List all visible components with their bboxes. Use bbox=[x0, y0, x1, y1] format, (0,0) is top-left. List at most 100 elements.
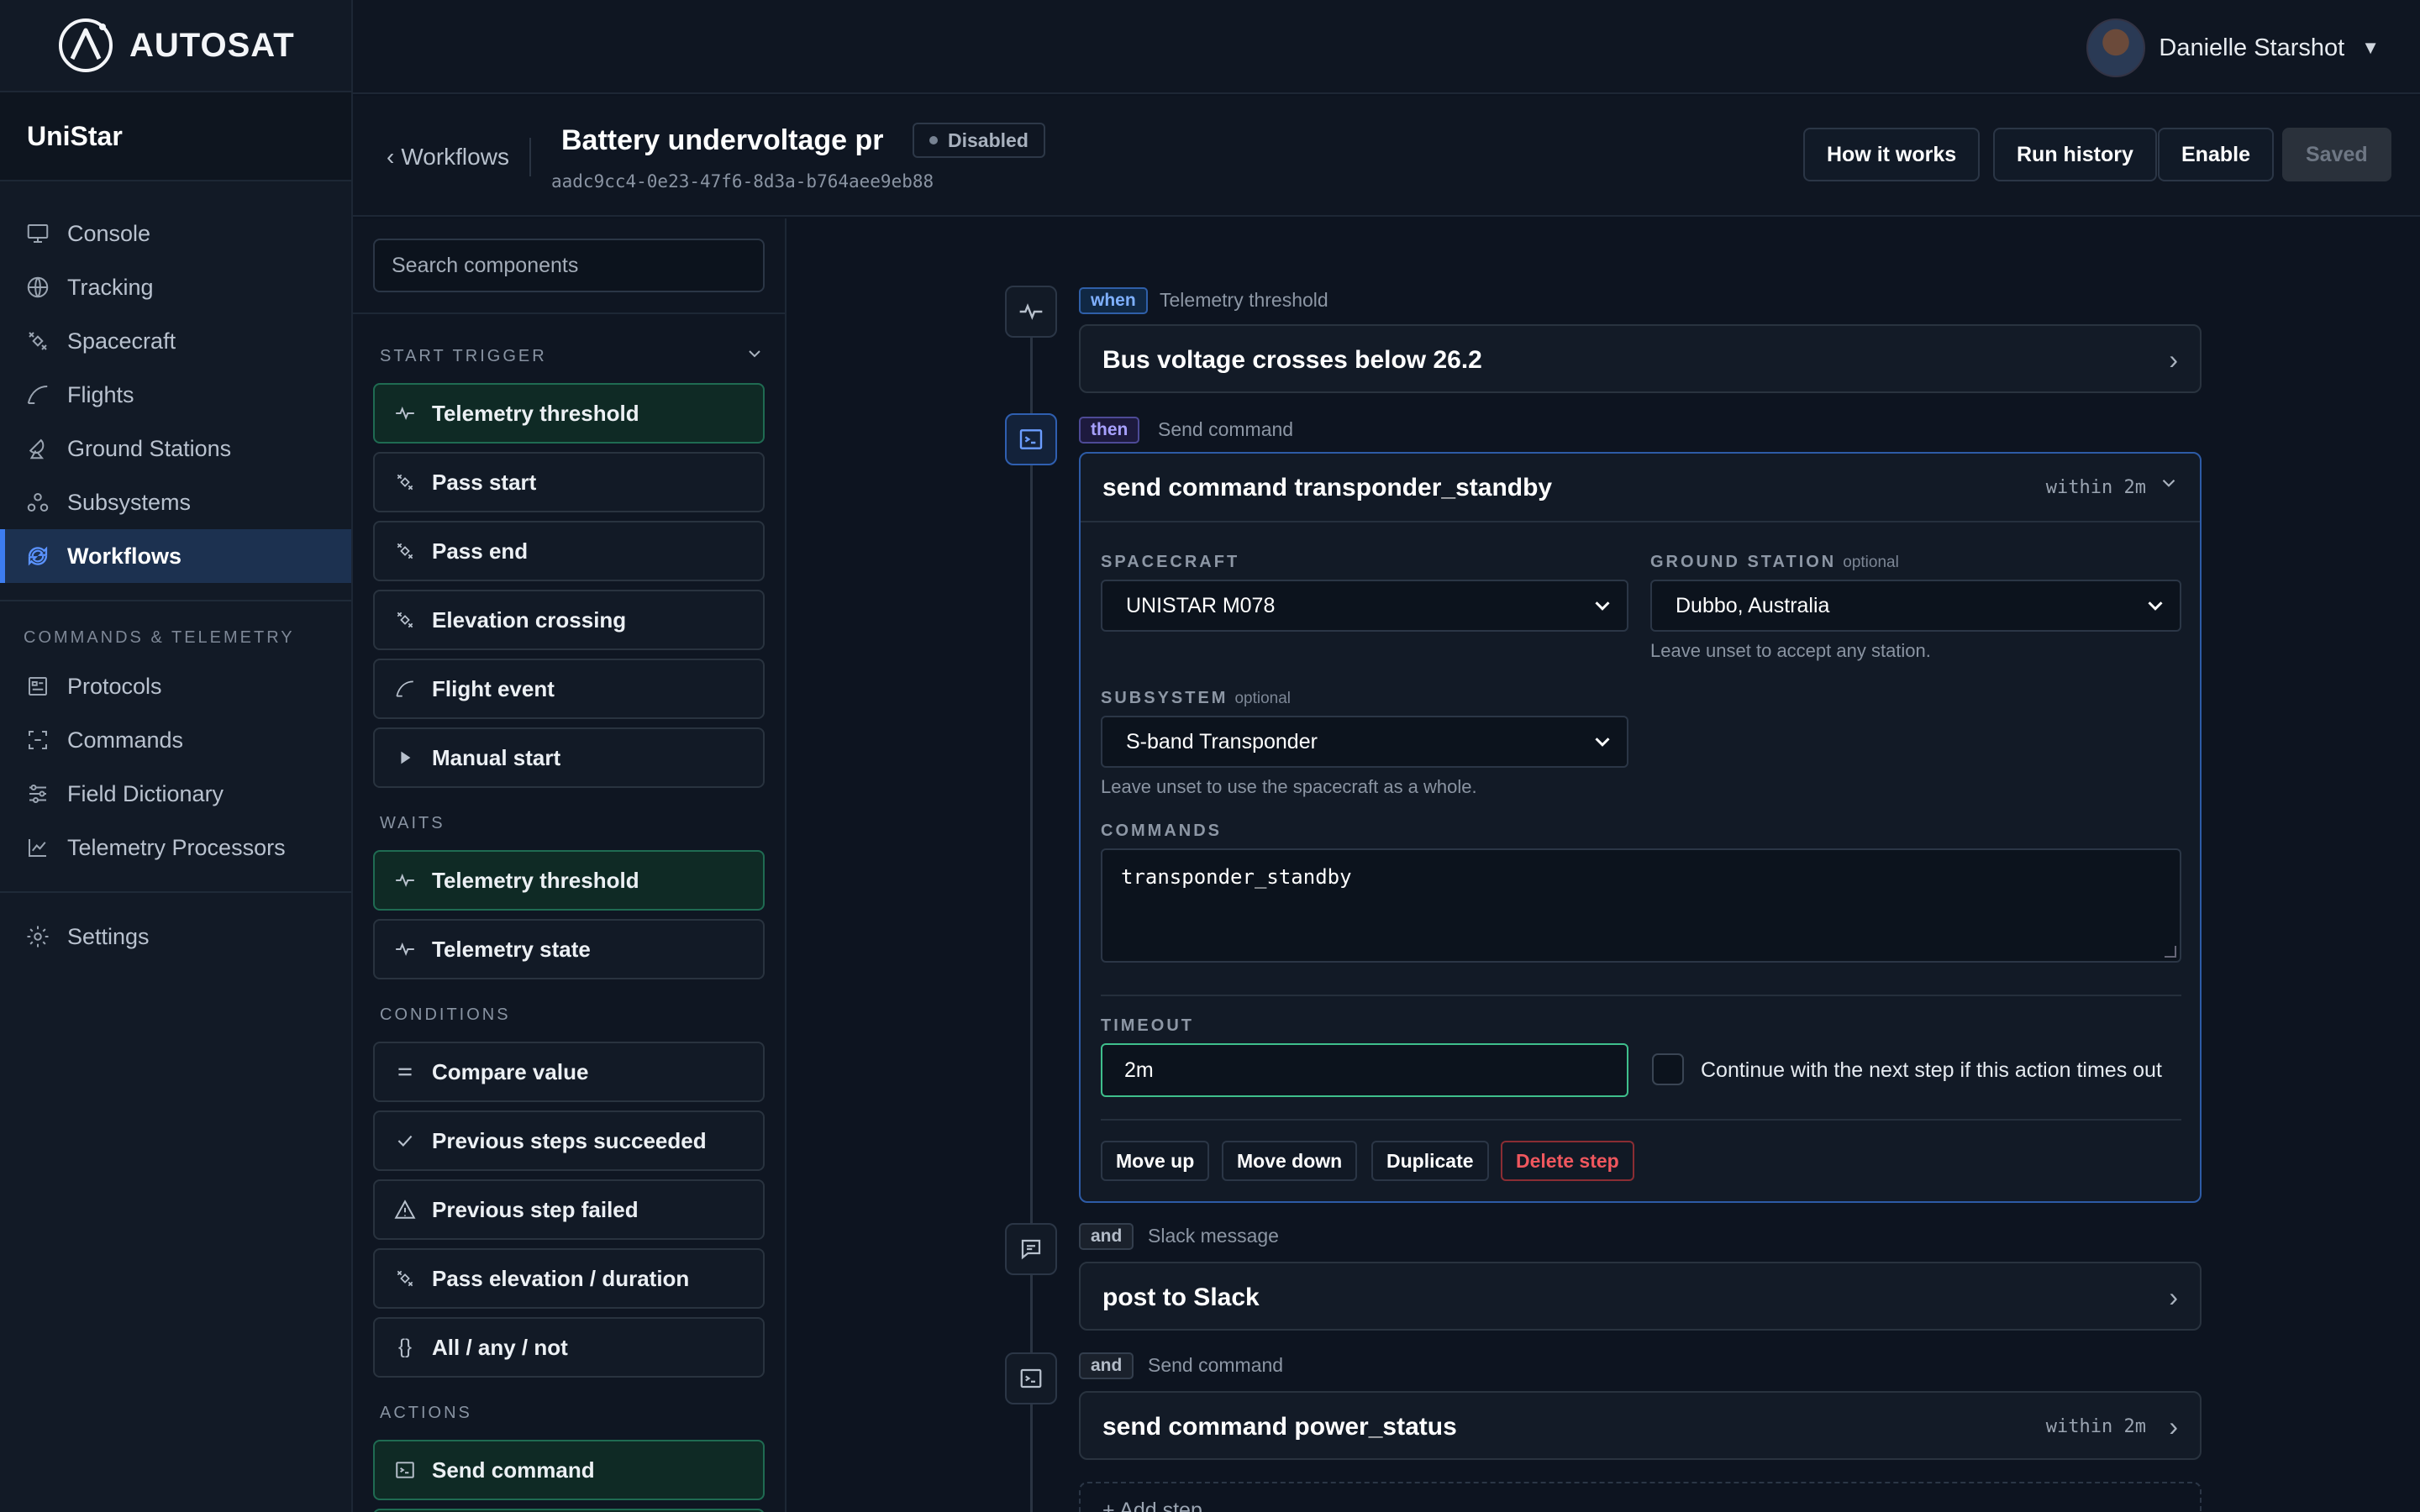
ground-station-label: GROUND STATION optional bbox=[1650, 553, 1899, 571]
chevron-down-icon bbox=[1590, 593, 1615, 624]
add-step-button[interactable]: + Add step bbox=[1079, 1482, 2202, 1512]
component-all-any-not[interactable]: {} All / any / not bbox=[373, 1317, 765, 1378]
component-previous-step-failed[interactable]: Previous step failed bbox=[373, 1179, 765, 1240]
component-elevation-crossing[interactable]: Elevation crossing bbox=[373, 590, 765, 650]
satellite-icon bbox=[393, 608, 417, 632]
search-components-input[interactable]: Search components bbox=[373, 239, 765, 292]
run-history-button[interactable]: Run history bbox=[1993, 128, 2157, 181]
sidebar-item-settings[interactable]: Settings bbox=[0, 910, 351, 963]
sidebar-item-workflows[interactable]: Workflows bbox=[0, 529, 351, 583]
step-kind: Send command bbox=[1158, 418, 1294, 440]
brand[interactable]: AUTOSAT bbox=[0, 0, 351, 92]
sidebar-item-field-dictionary[interactable]: Field Dictionary bbox=[0, 767, 351, 821]
sidebar-item-spacecraft[interactable]: Spacecraft bbox=[0, 314, 351, 368]
sidebar-item-label: Flights bbox=[67, 381, 134, 407]
antenna-icon bbox=[24, 434, 52, 463]
step-kind: Send command bbox=[1148, 1354, 1284, 1376]
org-name[interactable]: UniStar bbox=[0, 92, 351, 181]
sidebar-item-ground-stations[interactable]: Ground Stations bbox=[0, 422, 351, 475]
top-bar: Danielle Starshot ▼ bbox=[353, 0, 2420, 94]
sidebar-item-tracking[interactable]: Tracking bbox=[0, 260, 351, 314]
step-connector bbox=[1030, 328, 1033, 1512]
component-telemetry-threshold[interactable]: Telemetry threshold bbox=[373, 383, 765, 444]
chevron-left-icon: ‹ bbox=[387, 144, 395, 170]
globe-icon bbox=[24, 273, 52, 302]
trajectory-icon bbox=[393, 677, 417, 701]
back-to-workflows-link[interactable]: ‹ Workflows bbox=[387, 138, 531, 176]
sidebar-item-subsystems[interactable]: Subsystems bbox=[0, 475, 351, 529]
sidebar-item-label: Spacecraft bbox=[67, 328, 176, 354]
sidebar-item-console[interactable]: Console bbox=[0, 207, 351, 260]
how-it-works-button[interactable]: How it works bbox=[1803, 128, 1981, 181]
move-up-button[interactable]: Move up bbox=[1101, 1141, 1210, 1181]
user-menu[interactable]: Danielle Starshot ▼ bbox=[2086, 18, 2380, 77]
workflow-header: ‹ Workflows Battery undervoltage pr Disa… bbox=[353, 96, 2420, 217]
workflow-title[interactable]: Battery undervoltage pr bbox=[561, 124, 884, 157]
enable-button[interactable]: Enable bbox=[2158, 128, 2274, 181]
sidebar-item-flights[interactable]: Flights bbox=[0, 368, 351, 422]
status-dot-icon bbox=[929, 136, 938, 144]
delete-step-button[interactable]: Delete step bbox=[1501, 1141, 1634, 1181]
subsystem-select[interactable]: S-band Transponder bbox=[1101, 716, 1628, 768]
sidebar-item-label: Settings bbox=[67, 923, 150, 949]
component-telemetry-state[interactable]: Telemetry state bbox=[373, 919, 765, 979]
step-title: send command power_status bbox=[1102, 1413, 1457, 1441]
slack-step-card[interactable]: post to Slack › bbox=[1079, 1262, 2202, 1331]
component-wait-telemetry-threshold[interactable]: Telemetry threshold bbox=[373, 850, 765, 911]
power-status-step-card[interactable]: send command power_status within 2m › bbox=[1079, 1391, 2202, 1460]
step-kind: Slack message bbox=[1148, 1225, 1279, 1247]
component-list: START TRIGGER Telemetry threshold Pass s… bbox=[373, 338, 765, 1512]
component-pass-elevation-duration[interactable]: Pass elevation / duration bbox=[373, 1248, 765, 1309]
terminal-icon bbox=[393, 1458, 417, 1482]
sidebar-item-label: Ground Stations bbox=[67, 435, 232, 461]
spacecraft-select[interactable]: UNISTAR M078 bbox=[1101, 580, 1628, 632]
duplicate-button[interactable]: Duplicate bbox=[1371, 1141, 1489, 1181]
pulse-icon bbox=[393, 402, 417, 425]
resize-handle-icon[interactable] bbox=[2165, 946, 2176, 958]
satellite-icon bbox=[393, 539, 417, 563]
step-title: send command transponder_standby bbox=[1102, 474, 1553, 501]
commands-telemetry-nav: Protocols Commands Field Dictionary Tele… bbox=[0, 659, 351, 874]
move-down-button[interactable]: Move down bbox=[1222, 1141, 1358, 1181]
group-waits: WAITS bbox=[380, 813, 445, 832]
workflow-canvas: when Telemetry threshold Bus voltage cro… bbox=[788, 218, 2420, 1512]
brackets-icon bbox=[24, 726, 52, 754]
sidebar-divider bbox=[0, 600, 351, 601]
sidebar-item-telemetry-processors[interactable]: Telemetry Processors bbox=[0, 821, 351, 874]
component-previous-steps-succeeded[interactable]: Previous steps succeeded bbox=[373, 1110, 765, 1171]
sidebar-item-commands[interactable]: Commands bbox=[0, 713, 351, 767]
component-flight-event[interactable]: Flight event bbox=[373, 659, 765, 719]
step-tag-when: when bbox=[1079, 287, 1148, 314]
sidebar-item-protocols[interactable]: Protocols bbox=[0, 659, 351, 713]
caret-down-icon: ▼ bbox=[2361, 37, 2380, 58]
group-start-trigger[interactable]: START TRIGGER bbox=[373, 338, 765, 375]
autosat-logo-icon bbox=[59, 18, 113, 72]
sidebar-item-label: Console bbox=[67, 220, 151, 246]
continue-on-timeout-checkbox[interactable] bbox=[1652, 1053, 1684, 1085]
chevron-right-icon: › bbox=[2169, 1282, 2178, 1312]
group-conditions: CONDITIONS bbox=[380, 1005, 511, 1024]
message-icon bbox=[1005, 1223, 1057, 1275]
component-send-command[interactable]: Send command bbox=[373, 1440, 765, 1500]
timeout-input[interactable]: 2m bbox=[1101, 1043, 1628, 1097]
brand-name: AUTOSAT bbox=[129, 26, 295, 64]
component-next-action[interactable] bbox=[373, 1509, 765, 1512]
ground-station-select[interactable]: Dubbo, Australia bbox=[1650, 580, 2181, 632]
sidebar-item-label: Tracking bbox=[67, 274, 154, 300]
chevron-down-icon bbox=[2143, 593, 2168, 624]
trigger-step-card[interactable]: Bus voltage crosses below 26.2 › bbox=[1079, 324, 2202, 393]
component-pass-start[interactable]: Pass start bbox=[373, 452, 765, 512]
component-pass-end[interactable]: Pass end bbox=[373, 521, 765, 581]
component-manual-start[interactable]: Manual start bbox=[373, 727, 765, 788]
play-icon bbox=[393, 746, 417, 769]
step-tag-and: and bbox=[1079, 1352, 1134, 1379]
warning-icon bbox=[393, 1198, 417, 1221]
group-actions: ACTIONS bbox=[380, 1403, 472, 1422]
active-step-header[interactable]: send command transponder_standby within … bbox=[1081, 454, 2200, 522]
sidebar-item-label: Protocols bbox=[67, 673, 162, 699]
component-compare-value[interactable]: Compare value bbox=[373, 1042, 765, 1102]
continue-on-timeout-label[interactable]: Continue with the next step if this acti… bbox=[1701, 1058, 2162, 1083]
commands-textarea[interactable]: transponder_standby bbox=[1101, 848, 2181, 963]
step-within: within 2m bbox=[2045, 1416, 2146, 1437]
sidebar-divider bbox=[0, 891, 351, 893]
